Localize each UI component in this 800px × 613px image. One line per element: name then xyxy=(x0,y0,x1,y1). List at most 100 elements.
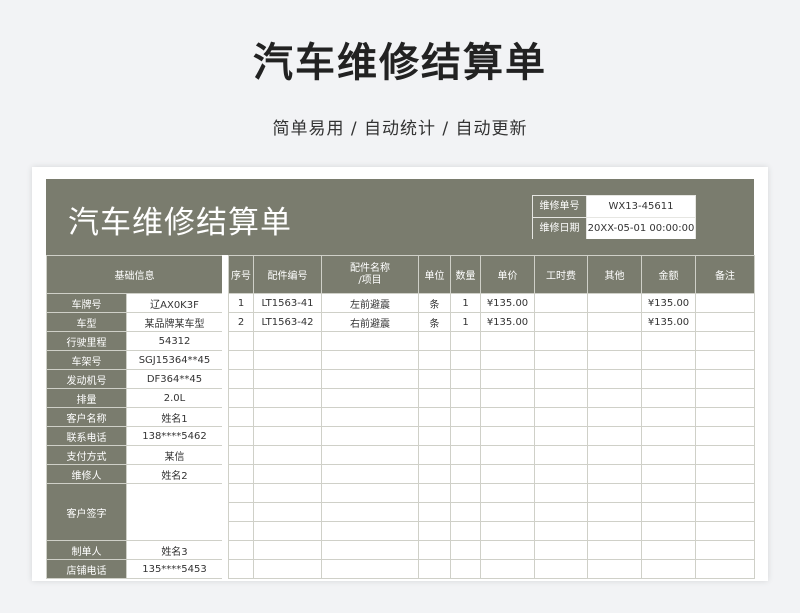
parts-cell[interactable] xyxy=(321,540,419,560)
parts-cell[interactable] xyxy=(480,483,535,503)
basic-info-field-7-value[interactable]: 姓名1 xyxy=(126,407,223,427)
parts-cell[interactable] xyxy=(695,445,755,465)
parts-cell[interactable] xyxy=(321,407,419,427)
parts-cell[interactable] xyxy=(534,540,588,560)
parts-cell[interactable] xyxy=(695,331,755,351)
parts-cell[interactable] xyxy=(321,388,419,408)
parts-cell[interactable] xyxy=(534,483,588,503)
parts-cell[interactable] xyxy=(228,540,254,560)
parts-cell[interactable] xyxy=(534,407,588,427)
parts-cell[interactable] xyxy=(450,502,481,522)
parts-cell[interactable]: ¥135.00 xyxy=(641,293,696,313)
parts-cell[interactable] xyxy=(450,559,481,579)
parts-cell[interactable] xyxy=(695,293,755,313)
parts-cell[interactable] xyxy=(641,369,696,389)
parts-cell[interactable] xyxy=(587,350,642,370)
parts-cell[interactable] xyxy=(641,521,696,541)
parts-cell[interactable] xyxy=(228,521,254,541)
parts-cell[interactable] xyxy=(534,464,588,484)
parts-cell[interactable] xyxy=(253,559,322,579)
parts-cell[interactable]: ¥135.00 xyxy=(641,312,696,332)
parts-cell[interactable] xyxy=(534,350,588,370)
basic-info-field-2-value[interactable]: 某品牌某车型 xyxy=(126,312,223,332)
parts-cell[interactable] xyxy=(534,559,588,579)
parts-cell[interactable] xyxy=(641,426,696,446)
parts-cell[interactable] xyxy=(321,331,419,351)
parts-cell[interactable] xyxy=(695,540,755,560)
parts-cell[interactable] xyxy=(534,502,588,522)
parts-cell[interactable] xyxy=(253,445,322,465)
parts-cell[interactable] xyxy=(480,521,535,541)
parts-cell[interactable] xyxy=(695,388,755,408)
parts-cell[interactable] xyxy=(480,388,535,408)
parts-cell[interactable] xyxy=(253,540,322,560)
parts-cell[interactable] xyxy=(480,540,535,560)
parts-cell[interactable] xyxy=(587,426,642,446)
parts-cell[interactable] xyxy=(418,369,451,389)
parts-cell[interactable] xyxy=(641,559,696,579)
parts-cell[interactable] xyxy=(695,521,755,541)
parts-cell[interactable] xyxy=(450,369,481,389)
parts-cell[interactable] xyxy=(228,464,254,484)
parts-cell[interactable]: 条 xyxy=(418,312,451,332)
parts-cell[interactable] xyxy=(321,350,419,370)
parts-cell[interactable] xyxy=(228,407,254,427)
basic-info-field-1-value[interactable]: 辽AX0K3F xyxy=(126,293,223,313)
parts-cell[interactable] xyxy=(641,331,696,351)
basic-info-field-6-value[interactable]: 2.0L xyxy=(126,388,223,408)
parts-cell[interactable] xyxy=(695,407,755,427)
parts-cell[interactable] xyxy=(534,426,588,446)
parts-cell[interactable] xyxy=(480,445,535,465)
parts-cell[interactable] xyxy=(450,350,481,370)
parts-cell[interactable] xyxy=(253,502,322,522)
parts-cell[interactable] xyxy=(228,388,254,408)
parts-cell[interactable] xyxy=(587,540,642,560)
parts-cell[interactable] xyxy=(253,388,322,408)
parts-cell[interactable] xyxy=(534,388,588,408)
parts-cell[interactable] xyxy=(450,540,481,560)
parts-cell[interactable] xyxy=(253,426,322,446)
parts-cell[interactable]: 2 xyxy=(228,312,254,332)
parts-cell[interactable]: ¥135.00 xyxy=(480,293,535,313)
parts-cell[interactable] xyxy=(587,483,642,503)
parts-cell[interactable] xyxy=(418,426,451,446)
parts-cell[interactable] xyxy=(695,483,755,503)
parts-cell[interactable] xyxy=(480,464,535,484)
parts-cell[interactable] xyxy=(695,350,755,370)
parts-cell[interactable] xyxy=(321,502,419,522)
parts-cell[interactable] xyxy=(450,483,481,503)
parts-cell[interactable]: 1 xyxy=(228,293,254,313)
parts-cell[interactable] xyxy=(587,293,642,313)
parts-cell[interactable] xyxy=(534,521,588,541)
parts-cell[interactable] xyxy=(253,521,322,541)
customer-signature-value[interactable] xyxy=(126,483,223,541)
parts-cell[interactable] xyxy=(418,350,451,370)
parts-cell[interactable] xyxy=(587,388,642,408)
parts-cell[interactable]: 条 xyxy=(418,293,451,313)
parts-cell[interactable] xyxy=(695,464,755,484)
parts-cell[interactable] xyxy=(641,483,696,503)
parts-cell[interactable] xyxy=(228,426,254,446)
parts-cell[interactable] xyxy=(480,559,535,579)
parts-cell[interactable]: ¥135.00 xyxy=(480,312,535,332)
parts-cell[interactable] xyxy=(418,388,451,408)
parts-cell[interactable] xyxy=(418,540,451,560)
parts-cell[interactable] xyxy=(321,483,419,503)
parts-cell[interactable] xyxy=(641,388,696,408)
parts-cell[interactable] xyxy=(641,464,696,484)
parts-cell[interactable] xyxy=(321,369,419,389)
parts-cell[interactable] xyxy=(641,350,696,370)
parts-cell[interactable] xyxy=(695,502,755,522)
parts-cell[interactable] xyxy=(321,445,419,465)
parts-cell[interactable] xyxy=(450,521,481,541)
parts-cell[interactable] xyxy=(641,445,696,465)
parts-cell[interactable] xyxy=(253,407,322,427)
parts-cell[interactable] xyxy=(641,407,696,427)
parts-cell[interactable] xyxy=(480,350,535,370)
parts-cell[interactable] xyxy=(587,312,642,332)
parts-cell[interactable] xyxy=(695,369,755,389)
parts-cell[interactable] xyxy=(587,407,642,427)
parts-cell[interactable] xyxy=(587,502,642,522)
basic-info-field-3-value[interactable]: 54312 xyxy=(126,331,223,351)
parts-cell[interactable] xyxy=(534,293,588,313)
